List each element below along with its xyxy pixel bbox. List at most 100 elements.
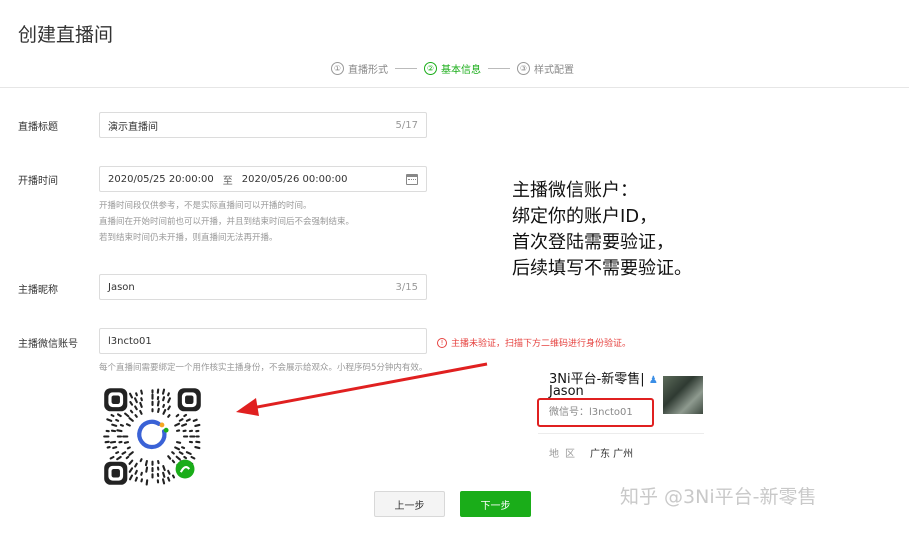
qr-module [181,423,188,427]
title-input[interactable]: 演示直播间 5/17 [99,112,427,138]
time-separator: 至 [222,175,233,187]
qr-module [178,418,184,422]
page-title: 创建直播间 [18,24,114,46]
qr-module [115,418,120,422]
qr-module [178,451,184,455]
header-divider [0,87,909,88]
annotation-line: 绑定你的账户ID， [512,206,658,227]
qr-module [171,474,176,479]
qr-module [156,400,160,407]
time-hint-line: 直播间在开始时间前也可以开播，并且到结束时间后不会强制结束。 [99,217,355,227]
step-3-number: ③ [517,61,530,75]
qr-module [140,478,143,483]
qr-module [116,429,123,433]
qr-module [106,446,111,449]
next-button[interactable]: 下一步 [460,491,531,517]
time-range-picker[interactable]: 2020/05/25 20:00:00 至 2020/05/26 00:00:0… [99,166,427,192]
qr-module [190,455,196,460]
qr-module [135,392,138,397]
qr-module [140,389,143,395]
annotation-line: 后续填写不需要验证。 [512,258,692,279]
qr-module [139,409,143,415]
time-hint-line: 若到结束时间仍未开播，则直播间无法再开播。 [99,233,278,243]
qr-module [192,418,198,422]
qr-module [183,413,188,418]
qr-module [167,414,171,418]
qr-module [115,451,120,455]
step-connector [395,67,417,69]
annotation-note: 主播微信账户： 绑定你的账户ID， 首次登陆需要验证， 后续填写不需要验证。 [512,178,692,282]
qr-module [176,441,182,444]
step-2: ② 基本信息 [424,61,481,76]
qr-module [112,446,118,450]
nickname-input-value: Jason [108,281,135,293]
qr-module [167,392,170,397]
qr-module [162,403,166,408]
title-char-count: 5/17 [395,119,418,131]
region-label: 地区 [549,449,581,460]
qr-module [109,440,117,444]
qr-module [145,466,149,473]
nickname-char-count: 3/15 [395,281,418,293]
title-label: 直播标题 [18,122,58,133]
qr-module [167,476,171,482]
nickname-input[interactable]: Jason 3/15 [99,274,427,300]
qr-module [125,455,130,460]
qr-module [157,407,160,413]
region-value: 广东 广州 [590,449,634,460]
qr-module [106,418,113,422]
qr-module [162,478,166,485]
qr-module [129,409,134,414]
qr-module [171,459,176,464]
step-1-label: 直播形式 [348,64,388,76]
verification-error: ! 主播未验证，扫描下方二维码进行身份验证。 [437,336,631,349]
qr-module [134,476,138,482]
qr-module [134,469,138,475]
wechat-account-hint: 每个直播间需要绑定一个用作核实主播身份，不会展示给观众。小程序码5分钟内有效。 [99,363,428,373]
step-2-label: 基本信息 [441,64,481,76]
error-icon: ! [437,337,447,348]
highlight-box [537,398,654,427]
previous-button[interactable]: 上一步 [374,491,445,517]
time-label: 开播时间 [18,176,58,187]
qr-module [167,469,171,475]
time-hint: 开播时间段仅供参考，不是实际直播间可以开播的时间。 直播间在开始时间前也可以开播… [99,198,354,246]
qr-module [162,388,166,395]
wechat-account-label: 主播微信账号 [18,339,78,350]
qr-module [134,414,138,418]
qr-module [140,471,143,476]
qr-module [194,446,201,450]
qr-module [139,401,143,408]
profile-divider [538,433,704,434]
qr-module [134,462,138,468]
wechat-account-input-value: l3ncto01 [108,335,152,347]
qr-module [129,401,134,406]
nickname-label: 主播昵称 [18,285,58,296]
step-2-number: ② [424,61,437,75]
step-3-label: 样式配置 [534,64,574,76]
qr-module [110,413,115,418]
wechat-account-input[interactable]: l3ncto01 [99,328,427,354]
watermark: 知乎 @3Ni平台-新零售 [620,486,817,508]
qr-module [162,396,166,402]
qr-module [171,451,175,455]
qr-module [139,458,143,463]
calendar-icon[interactable] [406,173,418,185]
qr-module [167,405,171,411]
qr-module [185,418,191,422]
annotation-line: 主播微信账户： [512,180,638,201]
time-start: 2020/05/25 20:00:00 [108,173,214,185]
qr-module [126,446,131,450]
qr-module [117,413,122,418]
step-1: ① 直播形式 [331,61,388,76]
verification-error-text: 主播未验证，扫描下方二维码进行身份验证。 [451,339,632,349]
qr-module [125,423,131,427]
person-icon: ♟ [648,375,658,386]
qr-module [194,423,201,427]
qr-module [111,423,118,427]
step-1-number: ① [331,61,344,75]
qr-module [162,465,166,472]
title-input-value: 演示直播间 [108,121,158,133]
qr-module [109,455,115,460]
annotation-line: 首次登陆需要验证， [512,232,674,253]
